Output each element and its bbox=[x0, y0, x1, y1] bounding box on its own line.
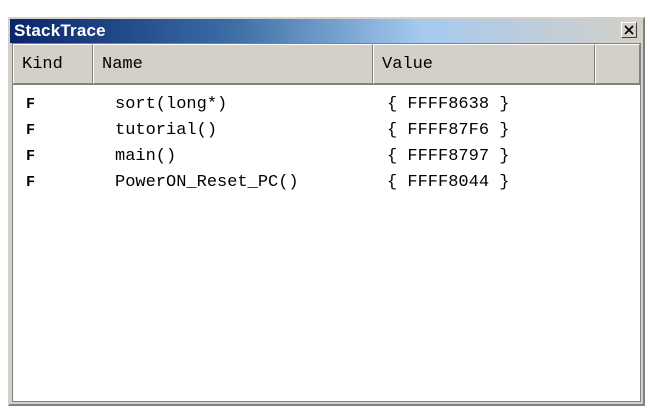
column-header-value[interactable]: Value bbox=[373, 44, 595, 84]
stacktrace-window: StackTrace Kind Name Value F sort(long*) bbox=[8, 17, 645, 406]
frame-kind: F bbox=[26, 121, 36, 139]
frame-value: { FFFF8044 } bbox=[387, 172, 510, 192]
frame-value: { FFFF8797 } bbox=[387, 146, 510, 166]
close-button[interactable] bbox=[621, 22, 637, 38]
column-header-value-label: Value bbox=[382, 54, 434, 74]
stack-frame-row[interactable]: F main() { FFFF8797 } bbox=[13, 143, 640, 169]
stack-trace-list[interactable]: Kind Name Value F sort(long*) { FFFF8638… bbox=[12, 43, 641, 402]
frame-name: main() bbox=[115, 146, 177, 166]
frame-name: PowerON_Reset_PC() bbox=[115, 172, 299, 192]
column-header-filler bbox=[595, 44, 640, 84]
frame-kind: F bbox=[26, 173, 36, 191]
frame-name: tutorial() bbox=[115, 120, 218, 140]
stack-frame-row[interactable]: F tutorial() { FFFF87F6 } bbox=[13, 117, 640, 143]
frame-value: { FFFF87F6 } bbox=[387, 120, 510, 140]
frame-name: sort(long*) bbox=[115, 94, 228, 114]
stack-frame-row[interactable]: F PowerON_Reset_PC() { FFFF8044 } bbox=[13, 169, 640, 195]
stack-trace-rows: F sort(long*) { FFFF8638 } F tutorial() … bbox=[13, 84, 640, 401]
window-title: StackTrace bbox=[14, 21, 106, 40]
title-bar[interactable]: StackTrace bbox=[10, 19, 643, 43]
column-header-kind[interactable]: Kind bbox=[13, 44, 93, 84]
column-header-kind-label: Kind bbox=[22, 54, 63, 74]
frame-kind: F bbox=[26, 147, 36, 165]
list-header: Kind Name Value bbox=[13, 44, 640, 85]
close-icon bbox=[624, 25, 634, 35]
frame-kind: F bbox=[26, 95, 36, 113]
column-header-name[interactable]: Name bbox=[93, 44, 373, 84]
stack-frame-row[interactable]: F sort(long*) { FFFF8638 } bbox=[13, 91, 640, 117]
column-header-name-label: Name bbox=[102, 54, 143, 74]
frame-value: { FFFF8638 } bbox=[387, 94, 510, 114]
